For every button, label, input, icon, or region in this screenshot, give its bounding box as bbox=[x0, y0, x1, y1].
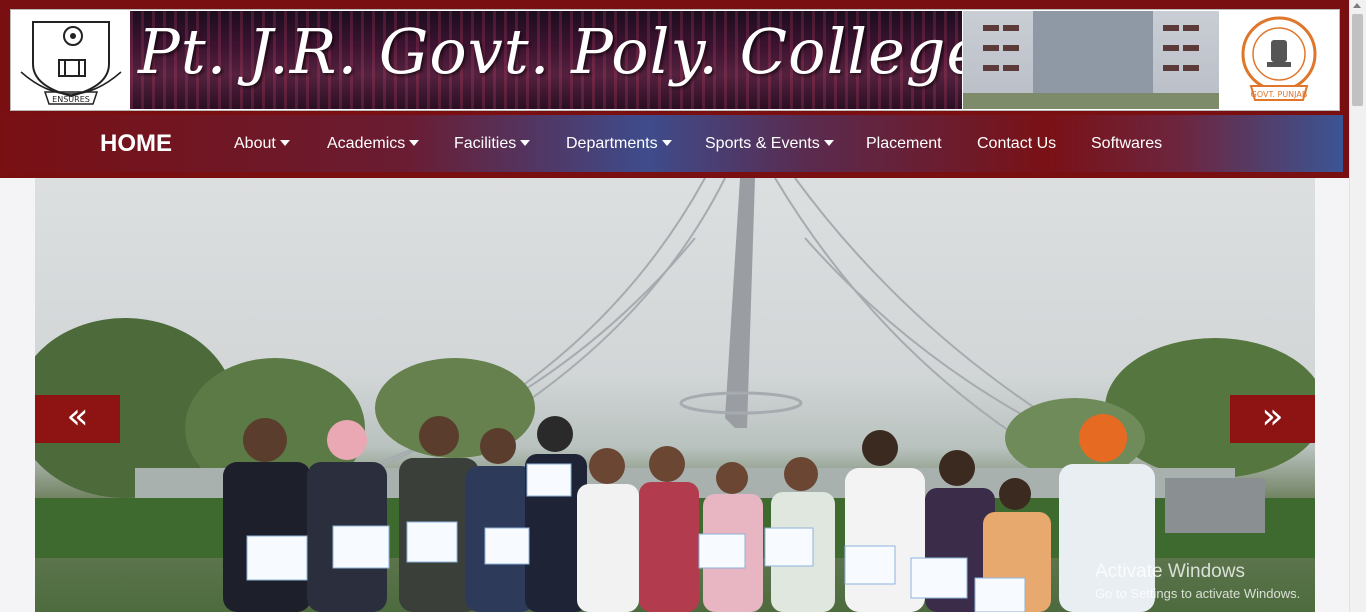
title-strip: Pt. J.R. Govt. Poly. College bbox=[130, 11, 962, 109]
caret-down-icon bbox=[409, 140, 420, 146]
chevron-double-right-icon: » bbox=[1261, 396, 1284, 437]
carousel-prev-button[interactable]: « bbox=[35, 395, 120, 443]
site-header: ENSURES Pt. J.R. Govt. Poly. College GOV… bbox=[0, 0, 1349, 178]
nav-item-facilities[interactable]: Facilities bbox=[454, 115, 531, 172]
scroll-up-arrow-icon[interactable] bbox=[1353, 3, 1361, 8]
scrollbar-thumb[interactable] bbox=[1352, 14, 1363, 106]
nav-item-label: Academics bbox=[327, 135, 406, 152]
nav-item-label: Softwares bbox=[1091, 135, 1163, 152]
seal-label-text: GOVT. PUNJAB bbox=[1251, 90, 1308, 99]
page: ENSURES Pt. J.R. Govt. Poly. College GOV… bbox=[0, 0, 1366, 612]
college-emblem-icon: ENSURES bbox=[20, 21, 122, 105]
college-logo[interactable]: ENSURES bbox=[13, 11, 129, 109]
nav-item-placement[interactable]: Placement bbox=[866, 115, 942, 172]
site-title: Pt. J.R. Govt. Poly. College bbox=[138, 15, 962, 88]
nav-item-label: Facilities bbox=[454, 135, 517, 152]
caret-down-icon bbox=[520, 140, 531, 146]
nav-item-sports-events[interactable]: Sports & Events bbox=[705, 115, 834, 172]
punjab-seal-icon: GOVT. PUNJAB bbox=[1241, 16, 1317, 101]
caret-down-icon bbox=[823, 140, 834, 146]
windows-activation-watermark: Activate Windows Go to Settings to activ… bbox=[1095, 562, 1300, 604]
watermark-title: Activate Windows bbox=[1095, 561, 1245, 582]
logo-motto-text: ENSURES bbox=[52, 95, 90, 104]
main-navbar: HOME About Academics Facilities Departme… bbox=[4, 115, 1343, 172]
nav-item-label: Placement bbox=[866, 135, 942, 152]
nav-item-departments[interactable]: Departments bbox=[566, 115, 672, 172]
carousel-photo bbox=[35, 178, 1315, 612]
nav-item-label: Departments bbox=[566, 135, 658, 152]
nav-item-label: Contact Us bbox=[977, 135, 1057, 152]
image-carousel[interactable]: « » Activate Windows Go to Settings to a… bbox=[35, 178, 1315, 612]
watermark-subtitle: Go to Settings to activate Windows. bbox=[1095, 586, 1301, 601]
carousel-next-button[interactable]: » bbox=[1230, 395, 1315, 443]
nav-item-label: Sports & Events bbox=[705, 135, 820, 152]
nav-item-contact-us[interactable]: Contact Us bbox=[977, 115, 1056, 172]
nav-home-link[interactable]: HOME bbox=[100, 115, 172, 172]
nav-item-about[interactable]: About bbox=[234, 115, 290, 172]
caret-down-icon bbox=[279, 140, 290, 146]
nav-item-academics[interactable]: Academics bbox=[327, 115, 420, 172]
header-banner: ENSURES Pt. J.R. Govt. Poly. College GOV… bbox=[10, 9, 1340, 111]
nav-item-label: About bbox=[234, 135, 276, 152]
caret-down-icon bbox=[661, 140, 672, 146]
nav-item-softwares[interactable]: Softwares bbox=[1091, 115, 1162, 172]
chevron-double-left-icon: « bbox=[66, 396, 89, 437]
govt-punjab-logo[interactable]: GOVT. PUNJAB bbox=[1220, 11, 1338, 109]
campus-building-image bbox=[963, 11, 1219, 109]
